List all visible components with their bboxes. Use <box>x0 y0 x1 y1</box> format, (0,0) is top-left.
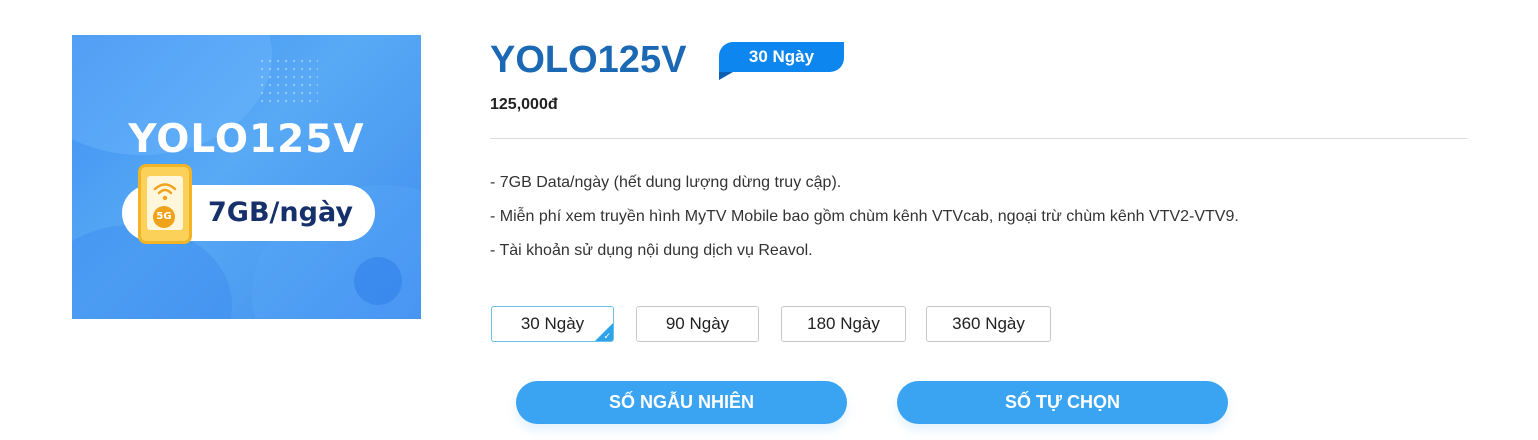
option-label: 30 Ngày <box>520 314 585 333</box>
divider <box>490 138 1467 139</box>
option-360-days[interactable]: 360 Ngày <box>926 306 1051 342</box>
data-pill-text: 7GB/ngày <box>208 197 353 228</box>
option-90-days[interactable]: 90 Ngày <box>636 306 759 342</box>
option-30-days[interactable]: 30 Ngày ✓ <box>491 306 614 342</box>
option-label: 90 Ngày <box>665 314 730 333</box>
feature-item: - Miễn phí xem truyền hình MyTV Mobile b… <box>490 208 1239 225</box>
plan-price: 125,000đ <box>490 96 558 113</box>
phone-5g-icon: 5G <box>138 164 192 244</box>
decor-dots <box>258 57 318 105</box>
phone-screen: 5G <box>147 176 183 230</box>
duration-tag: 30 Ngày <box>719 42 844 80</box>
wifi-icon <box>153 183 177 201</box>
option-180-days[interactable]: 180 Ngày <box>781 306 906 342</box>
option-label: 360 Ngày <box>952 314 1025 333</box>
decor-blob <box>354 257 402 305</box>
checkmark-icon: ✓ <box>603 331 611 341</box>
duration-tag-label: 30 Ngày <box>748 47 815 66</box>
tag-tail <box>719 72 733 80</box>
feature-item: - 7GB Data/ngày (hết dung lượng dừng tru… <box>490 174 842 191</box>
image-title: YOLO125V <box>128 117 365 162</box>
plan-name: YOLO125V <box>490 39 687 81</box>
feature-list: - 7GB Data/ngày (hết dung lượng dừng tru… <box>490 172 1239 274</box>
5g-badge: 5G <box>153 206 175 228</box>
product-image: YOLO125V 7GB/ngày 5G <box>72 35 421 319</box>
random-number-button[interactable]: SỐ NGẪU NHIÊN <box>516 381 847 424</box>
feature-item: - Tài khoản sử dụng nội dung dịch vụ Rea… <box>490 242 813 259</box>
option-label: 180 Ngày <box>807 314 880 333</box>
choose-number-button[interactable]: SỐ TỰ CHỌN <box>897 381 1228 424</box>
